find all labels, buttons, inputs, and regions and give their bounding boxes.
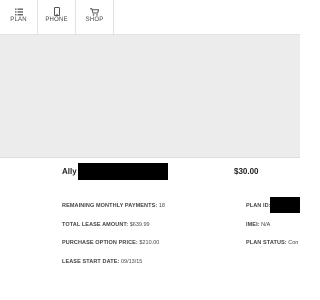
plan-status-value: Con [288,240,299,246]
top-nav-bar: PLAN PHONE SHOP [0,0,300,35]
nav-label-shop: SHOP [85,17,104,23]
redacted-plan-id-block [270,197,300,213]
nav-label-plan: PLAN [10,17,27,23]
cart-icon [76,7,113,16]
total-lease-value: $639.99 [129,222,150,228]
purchase-option-value: $210.00 [139,240,160,246]
total-lease-label: TOTAL LEASE AMOUNT: [62,222,129,228]
phone-icon [38,7,75,16]
imei-field: IMEI: N/A [246,222,270,228]
account-name: Ally [62,167,77,176]
plan-price: $30.00 [234,167,259,176]
nav-label-phone: PHONE [45,17,68,23]
total-lease-field: TOTAL LEASE AMOUNT: $639.99 [62,222,150,228]
imei-value: N/A [261,222,271,228]
lease-start-value: 09/13/15 [120,259,143,265]
plan-summary-row[interactable]: Ally $30.00 [0,157,300,188]
purchase-option-label: PURCHASE OPTION PRICE: [62,240,138,246]
lease-start-label: LEASE START DATE: [62,259,120,265]
plan-list-icon [0,7,37,16]
nav-item-phone[interactable]: PHONE [38,0,76,34]
remaining-payments-field: REMAINING MONTHLY PAYMENTS: 18 [62,203,165,209]
plan-status-field: PLAN STATUS: Con [246,240,298,246]
plan-id-label: PLAN ID: [246,203,271,209]
purchase-option-field: PURCHASE OPTION PRICE: $210.00 [62,240,159,246]
remaining-payments-label: REMAINING MONTHLY PAYMENTS: [62,203,158,209]
nav-item-shop[interactable]: SHOP [76,0,114,34]
redacted-name-block [78,163,168,180]
plan-status-label: PLAN STATUS: [246,240,287,246]
remaining-payments-value: 18 [158,203,165,209]
content-placeholder-area [0,35,300,157]
lease-start-field: LEASE START DATE: 09/13/15 [62,259,142,265]
nav-item-plan[interactable]: PLAN [0,0,38,34]
imei-label: IMEI: [246,222,260,228]
plan-id-field: PLAN ID: [246,203,271,209]
plan-details: REMAINING MONTHLY PAYMENTS: 18 TOTAL LEA… [0,187,300,300]
